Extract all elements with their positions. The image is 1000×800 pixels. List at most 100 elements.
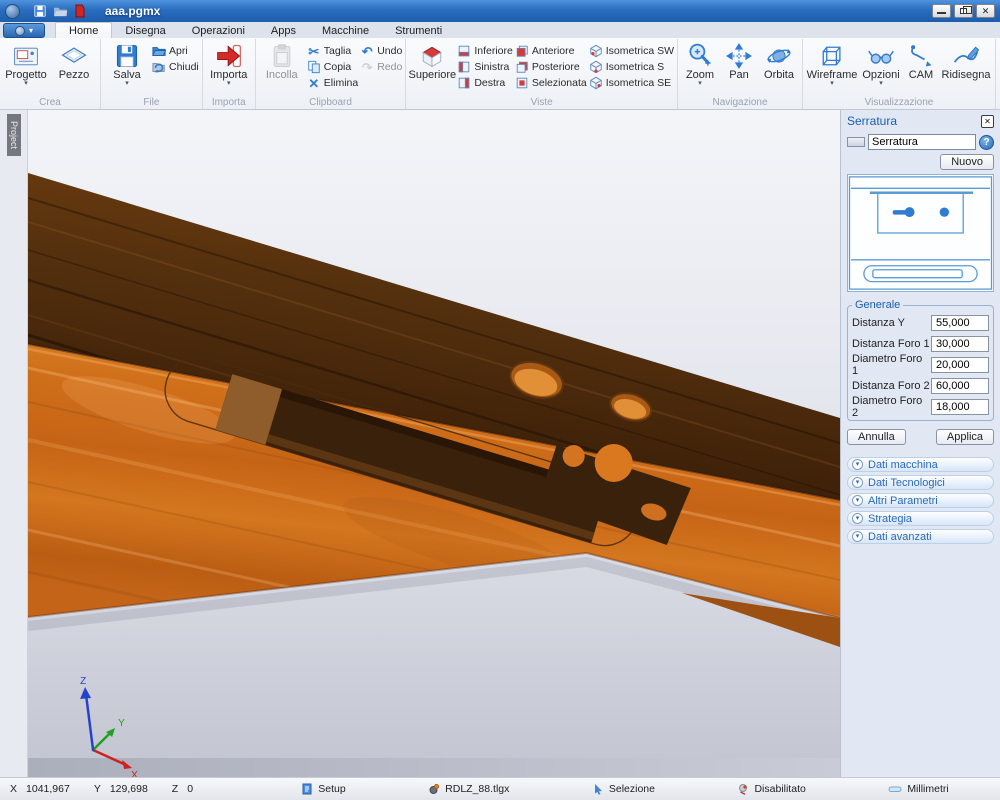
distanza-foro-2-input[interactable] xyxy=(931,378,989,394)
field-label-distanza-foro-1: Distanza Foro 1 xyxy=(852,338,930,350)
generale-group: Generale Distanza Y Distanza Foro 1 Diam… xyxy=(847,299,994,421)
minimize-icon xyxy=(937,12,946,14)
project-panel-tab[interactable]: Project xyxy=(7,114,21,156)
import-arrow-icon xyxy=(215,42,243,70)
view-right-icon xyxy=(457,76,471,90)
coord-x-value: 1041,967 xyxy=(26,783,70,795)
application-menu-icon xyxy=(15,26,25,36)
isometrica-sw-button[interactable]: Isometrica SW xyxy=(589,43,674,59)
apri-button[interactable]: Apri xyxy=(152,43,199,59)
zoom-button[interactable]: Zoom ▾ xyxy=(681,40,719,87)
diametro-foro-1-input[interactable] xyxy=(931,357,989,373)
panel-close-button[interactable]: ✕ xyxy=(981,115,994,128)
importa-button[interactable]: Importa ▾ xyxy=(206,40,252,87)
elimina-button[interactable]: ✕ Elimina xyxy=(307,75,358,91)
viewport-canvas[interactable]: Z Y X xyxy=(28,110,840,777)
panel-piece-icon xyxy=(60,42,88,70)
disabled-icon xyxy=(737,783,749,795)
ridisegna-button[interactable]: Ridisegna xyxy=(940,40,992,81)
view-front-icon xyxy=(515,44,529,58)
orbita-button[interactable]: Orbita xyxy=(759,40,799,81)
annulla-button[interactable]: Annulla xyxy=(847,429,906,445)
axis-z-label: Z xyxy=(80,676,86,687)
copia-button[interactable]: Copia xyxy=(307,59,358,75)
sinistra-button[interactable]: Sinistra xyxy=(457,59,513,75)
pezzo-button[interactable]: Pezzo xyxy=(51,40,97,81)
section-altri-parametri[interactable]: ▾ Altri Parametri xyxy=(847,493,994,508)
applica-button[interactable]: Applica xyxy=(936,429,994,445)
tab-strumenti[interactable]: Strumenti xyxy=(382,23,455,38)
selezionata-button[interactable]: Selezionata xyxy=(515,75,587,91)
tab-operazioni[interactable]: Operazioni xyxy=(179,23,258,38)
restore-button[interactable] xyxy=(954,4,973,18)
generale-legend: Generale xyxy=(852,299,903,311)
inferiore-button[interactable]: Inferiore xyxy=(457,43,513,59)
isometrica-se-button[interactable]: Isometrica SE xyxy=(589,75,674,91)
section-dati-tecnologici[interactable]: ▾ Dati Tecnologici xyxy=(847,475,994,490)
close-icon: ✕ xyxy=(984,117,991,126)
app-logo-icon xyxy=(5,4,20,19)
help-button[interactable]: ? xyxy=(979,135,994,150)
help-icon: ? xyxy=(983,137,989,148)
section-strategia[interactable]: ▾ Strategia xyxy=(847,511,994,526)
status-millimetri[interactable]: Millimetri xyxy=(888,783,948,795)
chevron-down-icon: ▾ xyxy=(24,81,28,87)
chevron-down-icon: ▾ xyxy=(852,495,863,506)
quick-import-icon[interactable] xyxy=(74,4,86,18)
diametro-foro-2-input[interactable] xyxy=(931,399,989,415)
close-icon: ✕ xyxy=(982,6,990,16)
status-disabilitato[interactable]: Disabilitato xyxy=(737,783,805,795)
section-dati-avanzati[interactable]: ▾ Dati avanzati xyxy=(847,529,994,544)
incolla-button: Incolla xyxy=(259,40,305,81)
salva-button[interactable]: Salva ▾ xyxy=(104,40,150,87)
left-dock-strip: Project xyxy=(0,110,28,777)
macro-name-input[interactable] xyxy=(868,134,976,150)
axis-x-label: X xyxy=(131,770,138,777)
ribbon-group-navigazione: Zoom ▾ Pan Orbita Navigazione xyxy=(678,39,803,109)
opzioni-button[interactable]: Opzioni ▾ xyxy=(860,40,902,87)
progetto-button[interactable]: Progetto ▾ xyxy=(3,40,49,87)
pan-button[interactable]: Pan xyxy=(721,40,757,81)
application-menu-button[interactable]: ▾ xyxy=(3,23,45,38)
wireframe-button[interactable]: Wireframe ▾ xyxy=(806,40,858,87)
view-top-cube-icon xyxy=(418,42,446,70)
iso-sw-cube-icon xyxy=(589,44,603,58)
tab-disegna[interactable]: Disegna xyxy=(112,23,178,38)
ribbon-group-selezione: Seleziona Selezione xyxy=(996,39,1000,109)
minimize-button[interactable] xyxy=(932,4,951,18)
posteriore-button[interactable]: Posteriore xyxy=(515,59,587,75)
nuovo-button[interactable]: Nuovo xyxy=(940,154,994,170)
distanza-y-input[interactable] xyxy=(931,315,989,331)
close-button[interactable]: ✕ xyxy=(976,4,995,18)
ribbon-group-file: Salva ▾ Apri Chiudi File xyxy=(101,39,203,109)
quick-open-icon[interactable] xyxy=(53,5,68,17)
section-dati-macchina[interactable]: ▾ Dati macchina xyxy=(847,457,994,472)
distanza-foro-1-input[interactable] xyxy=(931,336,989,352)
save-icon xyxy=(113,42,141,70)
ribbon-group-clipboard: Incolla ✂ Taglia Copia ✕ Elimina ↶ xyxy=(256,39,407,109)
destra-button[interactable]: Destra xyxy=(457,75,513,91)
cursor-coordinates: X 1041,967 Y 129,698 Z 0 xyxy=(10,783,260,795)
status-setup[interactable]: Setup xyxy=(301,783,345,795)
open-folder-icon xyxy=(152,44,166,58)
cam-button[interactable]: CAM xyxy=(904,40,938,81)
field-label-diametro-foro-1: Diametro Foro 1 xyxy=(852,353,931,377)
anteriore-button[interactable]: Anteriore xyxy=(515,43,587,59)
tab-apps[interactable]: Apps xyxy=(258,23,309,38)
status-tool-file[interactable]: RDLZ_88.tlgx xyxy=(428,783,509,795)
status-selezione[interactable]: Selezione xyxy=(592,783,655,795)
chevron-down-icon: ▾ xyxy=(852,531,863,542)
isometrica-s-button[interactable]: Isometrica S xyxy=(589,59,674,75)
redo-icon: ↷ xyxy=(360,60,374,74)
superiore-button[interactable]: Superiore xyxy=(409,40,455,81)
tab-macchine[interactable]: Macchine xyxy=(309,23,382,38)
quick-save-icon[interactable] xyxy=(33,4,47,18)
scissors-icon: ✂ xyxy=(307,44,321,58)
ruler-icon xyxy=(888,783,902,795)
viewport-3d[interactable]: Z Y X xyxy=(28,110,840,777)
tool-file-icon xyxy=(428,783,440,795)
taglia-button[interactable]: ✂ Taglia xyxy=(307,43,358,59)
undo-button[interactable]: ↶ Undo xyxy=(360,43,402,59)
chiudi-button[interactable]: Chiudi xyxy=(152,59,199,75)
tab-home[interactable]: Home xyxy=(55,22,112,38)
